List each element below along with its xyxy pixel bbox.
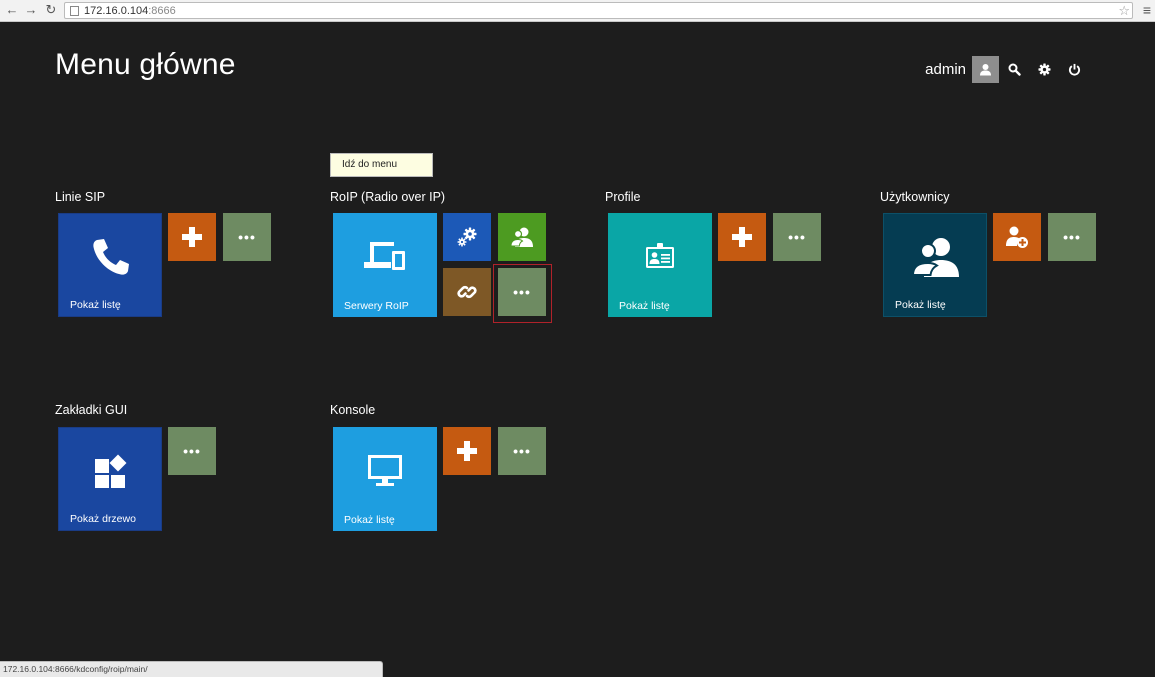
- roip-settings-tile[interactable]: [443, 213, 491, 261]
- user-avatar-icon[interactable]: [972, 55, 999, 83]
- users-more-tile[interactable]: •••: [1048, 213, 1096, 261]
- id-card-icon: [608, 213, 712, 299]
- group-title-sip: Linie SIP: [55, 190, 106, 204]
- tile-caption: Pokaż listę: [619, 300, 670, 312]
- tile-caption: Serwery RoIP: [344, 300, 409, 312]
- reload-icon[interactable]: ↻: [43, 2, 59, 18]
- add-user-icon: [1006, 226, 1028, 248]
- address-bar[interactable]: 172.16.0.104:8666 ☆: [64, 2, 1133, 19]
- address-text: 172.16.0.104:8666: [84, 5, 176, 17]
- status-bar-url: 172.16.0.104:8666/kdconfig/roip/main/: [0, 661, 383, 677]
- forward-arrow-icon[interactable]: →: [23, 2, 39, 18]
- more-dots-icon: •••: [238, 229, 256, 245]
- more-dots-icon: •••: [183, 443, 201, 459]
- devices-icon: [333, 213, 437, 299]
- more-dots-icon: •••: [513, 443, 531, 459]
- group-title-roip: RoIP (Radio over IP): [330, 190, 446, 204]
- sip-list-tile[interactable]: Pokaż listę: [58, 213, 162, 317]
- gui-tree-tile[interactable]: Pokaż drzewo: [58, 427, 162, 531]
- gear-icon[interactable]: [1029, 56, 1059, 83]
- sip-add-tile[interactable]: [168, 213, 216, 261]
- page-title: Menu główne: [55, 48, 236, 81]
- link-icon: [457, 285, 477, 299]
- selection-outline: [493, 264, 552, 323]
- plus-icon: [457, 441, 477, 461]
- tile-caption: Pokaż drzewo: [70, 513, 136, 525]
- tooltip: Idź do menu: [330, 153, 433, 177]
- users-add-tile[interactable]: [993, 213, 1041, 261]
- tile-caption: Pokaż listę: [344, 514, 395, 526]
- profile-list-tile[interactable]: Pokaż listę: [608, 213, 712, 317]
- profile-more-tile[interactable]: •••: [773, 213, 821, 261]
- group-title-users: Użytkownicy: [880, 190, 950, 204]
- users-list-tile[interactable]: Pokaż listę: [883, 213, 987, 317]
- gui-more-tile[interactable]: •••: [168, 427, 216, 475]
- page-icon: [70, 6, 79, 16]
- plus-icon: [732, 227, 752, 247]
- browser-toolbar: ← → ↻ 172.16.0.104:8666 ☆ ≡: [0, 0, 1155, 22]
- users-icon: [884, 214, 988, 300]
- search-icon[interactable]: [999, 56, 1029, 83]
- roip-links-tile[interactable]: [443, 268, 491, 316]
- back-arrow-icon[interactable]: ←: [4, 2, 20, 18]
- more-dots-icon: •••: [1063, 229, 1081, 245]
- monitor-icon: [333, 427, 437, 513]
- sip-more-tile[interactable]: •••: [223, 213, 271, 261]
- users-icon: [510, 227, 533, 247]
- power-icon[interactable]: [1059, 56, 1089, 83]
- consoles-add-tile[interactable]: [443, 427, 491, 475]
- tile-caption: Pokaż listę: [895, 299, 946, 311]
- more-dots-icon: •••: [788, 229, 806, 245]
- phone-icon: [59, 214, 163, 300]
- plus-icon: [182, 227, 202, 247]
- consoles-list-tile[interactable]: Pokaż listę: [333, 427, 437, 531]
- roip-users-tile[interactable]: [498, 213, 546, 261]
- gears-icon: [457, 227, 477, 247]
- group-title-gui: Zakładki GUI: [55, 403, 128, 417]
- browser-menu-icon[interactable]: ≡: [1143, 2, 1151, 18]
- bookmark-star-icon[interactable]: ☆: [1118, 3, 1130, 18]
- profile-add-tile[interactable]: [718, 213, 766, 261]
- user-area: admin: [925, 55, 1089, 83]
- username[interactable]: admin: [925, 61, 966, 78]
- group-title-profile: Profile: [605, 190, 641, 204]
- consoles-more-tile[interactable]: •••: [498, 427, 546, 475]
- tile-caption: Pokaż listę: [70, 299, 121, 311]
- group-title-consoles: Konsole: [330, 403, 376, 417]
- roip-servers-tile[interactable]: Serwery RoIP: [333, 213, 437, 317]
- widgets-icon: [59, 428, 163, 514]
